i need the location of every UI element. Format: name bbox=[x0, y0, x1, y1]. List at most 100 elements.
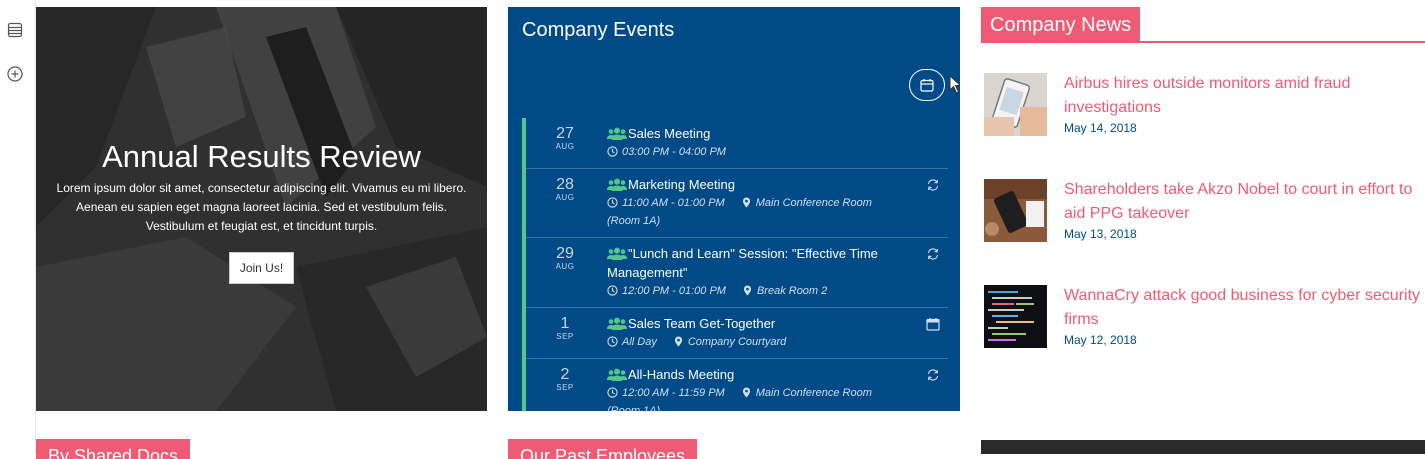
recurring-icon bbox=[927, 248, 939, 260]
add-circle-icon[interactable] bbox=[6, 65, 24, 83]
event-item[interactable]: 27 AUG Sales Meeting 03:00 PM - 04:00 PM bbox=[526, 118, 948, 169]
event-date: 27 AUG bbox=[526, 125, 604, 152]
news-date: May 12, 2018 bbox=[1064, 333, 1137, 347]
event-day: 28 bbox=[556, 176, 574, 193]
event-body: Sales Meeting 03:00 PM - 04:00 PM bbox=[607, 124, 888, 161]
event-time: 12:00 AM - 11:59 PM bbox=[622, 387, 725, 399]
event-time: 11:00 AM - 01:00 PM bbox=[622, 197, 725, 209]
clock-icon bbox=[607, 336, 618, 347]
hero-title: Annual Results Review bbox=[102, 139, 421, 174]
event-location: Break Room 2 bbox=[756, 285, 828, 297]
event-name-wrap[interactable]: All-Hands Meeting bbox=[607, 365, 888, 384]
news-title-link[interactable]: WannaCry attack good business for cyber … bbox=[1064, 284, 1425, 332]
calendar-icon bbox=[920, 79, 934, 92]
event-day: 29 bbox=[556, 245, 574, 262]
event-day: 2 bbox=[560, 366, 570, 383]
event-meta: 03:00 PM - 04:00 PM bbox=[607, 143, 888, 161]
calendar-icon bbox=[926, 318, 940, 331]
news-item[interactable]: Shareholders take Akzo Nobel to court in… bbox=[984, 179, 1425, 243]
event-name[interactable]: All-Hands Meeting bbox=[628, 367, 734, 382]
company-events-panel: Company Events 27 AUG Sales Meeting 03:00 P… bbox=[508, 7, 960, 411]
group-icon bbox=[607, 317, 627, 330]
bottom-right-image bbox=[981, 440, 1425, 454]
event-month: AUG bbox=[555, 262, 575, 271]
event-item[interactable]: 29 AUG "Lunch and Learn" Session: "Effecti… bbox=[526, 238, 948, 308]
events-list: 27 AUG Sales Meeting 03:00 PM - 04:00 PM 28 A… bbox=[522, 118, 948, 411]
location-pin-icon bbox=[742, 197, 750, 208]
event-body: Sales Team Get-Together All Day Company Co… bbox=[607, 314, 888, 351]
news-title-link[interactable]: Airbus hires outside monitors amid fraud… bbox=[1064, 72, 1425, 120]
event-time-wrap: 12:00 AM - 11:59 PM bbox=[607, 387, 733, 399]
event-time-wrap: All Day bbox=[607, 336, 665, 348]
event-name[interactable]: Sales Team Get-Together bbox=[628, 316, 775, 331]
clock-icon bbox=[607, 387, 618, 398]
event-name-wrap[interactable]: Marketing Meeting bbox=[607, 175, 888, 194]
event-item[interactable]: 28 AUG Marketing Meeting 11:00 AM - 01:00 P… bbox=[526, 169, 948, 238]
shared-docs-title: By Shared Docs bbox=[36, 439, 191, 459]
event-location-wrap: Break Room 2 bbox=[742, 285, 835, 297]
event-meta: 12:00 AM - 11:59 PM Main Conference Room … bbox=[607, 384, 888, 411]
event-time-wrap: 03:00 PM - 04:00 PM bbox=[607, 146, 734, 158]
event-month: SEP bbox=[556, 332, 574, 341]
news-divider bbox=[981, 41, 1425, 43]
news-thumbnail-image bbox=[984, 179, 1047, 242]
event-day: 1 bbox=[560, 315, 570, 332]
news-item[interactable]: Airbus hires outside monitors amid fraud… bbox=[984, 73, 1425, 137]
event-meta: 11:00 AM - 01:00 PM Main Conference Room … bbox=[607, 194, 888, 230]
past-employees-title: Our Past Employees bbox=[508, 439, 698, 459]
event-name[interactable]: "Lunch and Learn" Session: "Effective Ti… bbox=[607, 246, 878, 280]
calendar-view-button[interactable] bbox=[909, 69, 945, 101]
left-rail bbox=[0, 0, 36, 454]
event-body: Marketing Meeting 11:00 AM - 01:00 PM Main… bbox=[607, 175, 888, 230]
clock-icon bbox=[607, 285, 618, 296]
event-name[interactable]: Sales Meeting bbox=[628, 126, 710, 141]
event-body: "Lunch and Learn" Session: "Effective Ti… bbox=[607, 244, 888, 300]
news-thumbnail-image bbox=[984, 73, 1047, 136]
event-body: All-Hands Meeting 12:00 AM - 11:59 PM Main… bbox=[607, 365, 888, 411]
event-date: 28 AUG bbox=[526, 176, 604, 203]
event-name-wrap[interactable]: Sales Meeting bbox=[607, 124, 888, 143]
event-item[interactable]: 1 SEP Sales Team Get-Together All Day Compan… bbox=[526, 308, 948, 359]
event-meta: All Day Company Courtyard bbox=[607, 333, 888, 351]
hero-description: Lorem ipsum dolor sit amet, consectetur … bbox=[56, 181, 467, 233]
recurring-icon bbox=[927, 369, 939, 381]
event-date: 2 SEP bbox=[526, 366, 604, 393]
event-time: All Day bbox=[622, 336, 657, 348]
event-time-wrap: 12:00 PM - 01:00 PM bbox=[607, 285, 734, 297]
event-name[interactable]: Marketing Meeting bbox=[628, 177, 735, 192]
clock-icon bbox=[607, 146, 618, 157]
news-title-link[interactable]: Shareholders take Akzo Nobel to court in… bbox=[1064, 178, 1425, 226]
event-time: 12:00 PM - 01:00 PM bbox=[622, 285, 726, 297]
event-time: 03:00 PM - 04:00 PM bbox=[622, 146, 726, 158]
location-pin-icon bbox=[742, 387, 750, 398]
event-month: AUG bbox=[555, 193, 575, 202]
news-item[interactable]: WannaCry attack good business for cyber … bbox=[984, 285, 1425, 349]
group-icon bbox=[607, 127, 627, 140]
event-month: AUG bbox=[555, 142, 575, 151]
event-month: SEP bbox=[556, 383, 574, 392]
clock-icon bbox=[607, 197, 618, 208]
events-title: Company Events bbox=[522, 19, 675, 41]
join-us-button[interactable]: Join Us! bbox=[228, 252, 295, 284]
mouse-cursor-icon bbox=[949, 75, 960, 94]
event-day: 27 bbox=[556, 125, 574, 142]
event-date: 29 AUG bbox=[526, 245, 604, 272]
group-icon bbox=[607, 178, 627, 191]
list-icon[interactable] bbox=[6, 21, 24, 39]
location-pin-icon bbox=[743, 285, 752, 296]
news-thumbnail-image bbox=[984, 285, 1047, 348]
news-date: May 14, 2018 bbox=[1064, 121, 1137, 135]
hero-banner: Annual Results Review Lorem ipsum dolor … bbox=[36, 7, 487, 411]
event-time-wrap: 11:00 AM - 01:00 PM bbox=[607, 197, 733, 209]
event-location-wrap: Company Courtyard bbox=[673, 336, 794, 348]
event-item[interactable]: 2 SEP All-Hands Meeting 12:00 AM - 11:59 PM… bbox=[526, 359, 948, 411]
news-date: May 13, 2018 bbox=[1064, 227, 1137, 241]
event-meta: 12:00 PM - 01:00 PM Break Room 2 bbox=[607, 282, 888, 300]
event-date: 1 SEP bbox=[526, 315, 604, 342]
location-pin-icon bbox=[674, 336, 682, 347]
group-icon bbox=[607, 247, 627, 260]
event-name-wrap[interactable]: Sales Team Get-Together bbox=[607, 314, 888, 333]
news-title: Company News bbox=[981, 7, 1141, 41]
hero-content: Annual Results Review Lorem ipsum dolor … bbox=[56, 137, 467, 284]
event-name-wrap[interactable]: "Lunch and Learn" Session: "Effective Ti… bbox=[607, 244, 888, 282]
